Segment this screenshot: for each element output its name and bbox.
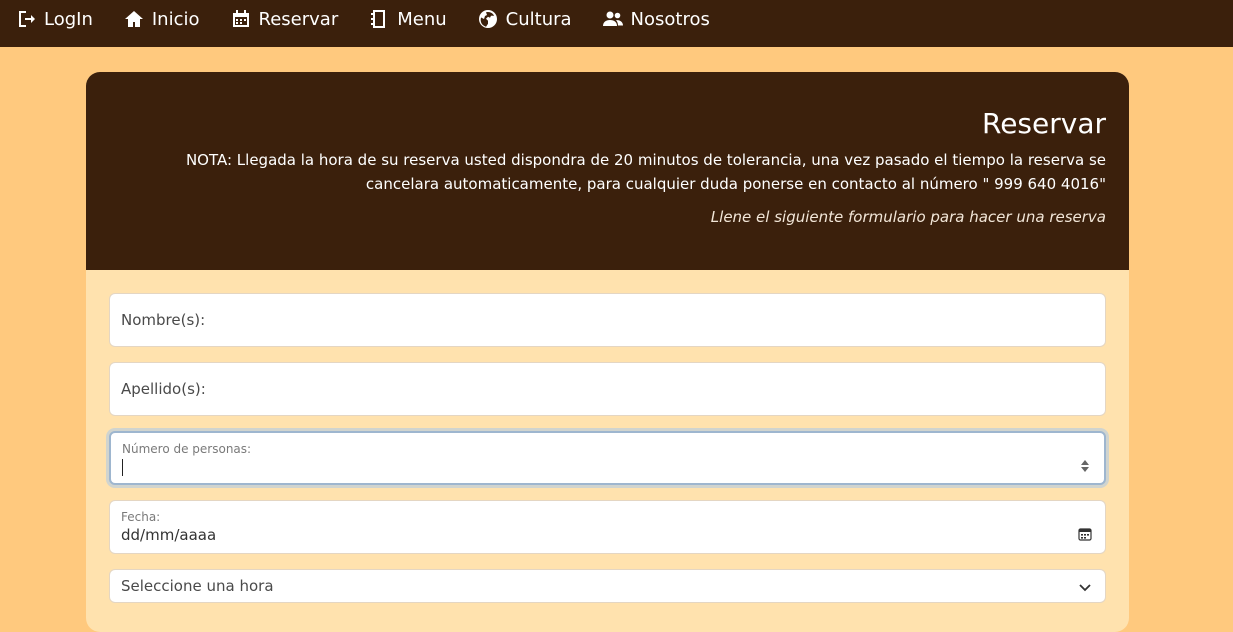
- chevron-down-icon: [1079, 584, 1091, 592]
- form-instructions: Llene el siguiente formulario para hacer…: [710, 208, 1106, 226]
- date-picker-icon[interactable]: [1078, 527, 1092, 541]
- personas-field[interactable]: Número de personas:: [109, 431, 1106, 485]
- calendar-icon: [232, 10, 249, 27]
- reservation-card: Reservar NOTA: Llegada la hora de su res…: [86, 72, 1129, 632]
- nombre-label: Nombre(s):: [121, 311, 206, 329]
- notebook-icon: [371, 10, 386, 28]
- nombre-field[interactable]: Nombre(s):: [109, 293, 1106, 347]
- apellido-field[interactable]: Apellido(s):: [109, 362, 1106, 416]
- users-icon: [602, 11, 623, 26]
- home-icon: [124, 11, 143, 27]
- nav-nosotros-label: Nosotros: [630, 8, 710, 30]
- nav-login[interactable]: LogIn: [16, 0, 93, 38]
- nav-menu-label: Menu: [397, 8, 447, 30]
- nav-login-label: LogIn: [44, 8, 93, 30]
- reservation-form: Nombre(s): Apellido(s): Número de person…: [86, 270, 1129, 603]
- nav-menu[interactable]: Menu: [369, 0, 447, 38]
- nav-reservar[interactable]: Reservar: [231, 0, 339, 38]
- login-icon: [19, 11, 35, 27]
- nav-nosotros[interactable]: Nosotros: [602, 0, 710, 38]
- card-header: Reservar NOTA: Llegada la hora de su res…: [86, 72, 1129, 270]
- nav-inicio[interactable]: Inicio: [124, 0, 200, 38]
- top-navbar: LogIn Inicio Reservar Menu Cultura Nosot…: [0, 0, 1233, 47]
- hora-select[interactable]: Seleccione una hora: [109, 569, 1106, 603]
- fecha-placeholder: dd/mm/aaaa: [121, 526, 217, 544]
- fecha-label: Fecha:: [121, 510, 161, 524]
- fecha-field[interactable]: Fecha: dd/mm/aaaa: [109, 500, 1106, 554]
- personas-label: Número de personas:: [122, 442, 252, 456]
- nav-reservar-label: Reservar: [258, 8, 339, 30]
- nav-cultura[interactable]: Cultura: [478, 0, 572, 38]
- nav-inicio-label: Inicio: [151, 8, 200, 30]
- text-caret: [122, 459, 123, 476]
- page-title: Reservar: [982, 107, 1106, 140]
- hora-selected-value: Seleccione una hora: [121, 577, 274, 595]
- number-spinner-icon[interactable]: [1080, 458, 1090, 474]
- globe-icon: [478, 10, 497, 28]
- tolerance-note: NOTA: Llegada la hora de su reserva uste…: [185, 151, 1106, 193]
- nav-cultura-label: Cultura: [505, 8, 572, 30]
- apellido-label: Apellido(s):: [121, 380, 206, 398]
